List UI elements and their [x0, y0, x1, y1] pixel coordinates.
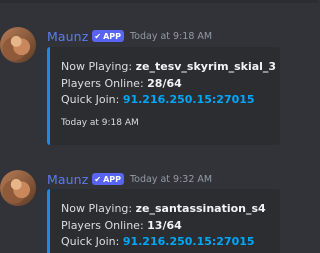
quick-join-link[interactable]: 91.216.250.15:27015 [123, 93, 255, 106]
avatar[interactable] [0, 170, 36, 206]
embed-footer-timestamp: Today at 9:18 AM [61, 118, 139, 128]
quick-join-label: Quick Join: [61, 235, 120, 248]
players-online-line: Players Online: 13/64 [61, 219, 182, 232]
now-playing-value: ze_tesv_skyrim_skial_3 [135, 60, 277, 73]
timestamp[interactable]: Today at 9:18 AM [130, 31, 212, 42]
embed: Now Playing: ze_santassination_s4 Player… [47, 189, 280, 253]
username[interactable]: Maunz [47, 29, 88, 44]
quick-join-line: Quick Join: 91.216.250.15:27015 [61, 235, 255, 248]
now-playing-label: Now Playing: [61, 60, 133, 73]
checkmark-icon: ✔ [94, 31, 102, 41]
quick-join-link[interactable]: 91.216.250.15:27015 [123, 235, 255, 248]
previous-embed-fragment [0, 0, 318, 3]
message-header: Maunz ✔ APP Today at 9:18 AM [47, 28, 212, 44]
players-online-value: 13/64 [147, 219, 182, 232]
quick-join-label: Quick Join: [61, 93, 120, 106]
checkmark-icon: ✔ [94, 174, 102, 184]
app-badge-label: APP [103, 31, 121, 41]
players-online-label: Players Online: [61, 219, 144, 232]
app-badge: ✔ APP [92, 173, 124, 185]
timestamp[interactable]: Today at 9:32 AM [130, 174, 212, 185]
username[interactable]: Maunz [47, 172, 88, 187]
now-playing-line: Now Playing: ze_santassination_s4 [61, 202, 266, 215]
players-online-value: 28/64 [147, 77, 182, 90]
avatar[interactable] [0, 27, 36, 63]
players-online-line: Players Online: 28/64 [61, 77, 182, 90]
message-header: Maunz ✔ APP Today at 9:32 AM [47, 171, 212, 187]
players-online-label: Players Online: [61, 77, 144, 90]
now-playing-value: ze_santassination_s4 [135, 202, 266, 215]
now-playing-label: Now Playing: [61, 202, 133, 215]
embed: Now Playing: ze_tesv_skyrim_skial_3 Play… [47, 47, 280, 145]
quick-join-line: Quick Join: 91.216.250.15:27015 [61, 93, 255, 106]
now-playing-line: Now Playing: ze_tesv_skyrim_skial_3 [61, 60, 276, 73]
app-badge-label: APP [103, 174, 121, 184]
app-badge: ✔ APP [92, 30, 124, 42]
chat-area: Maunz ✔ APP Today at 9:18 AM Now Playing… [0, 0, 318, 253]
